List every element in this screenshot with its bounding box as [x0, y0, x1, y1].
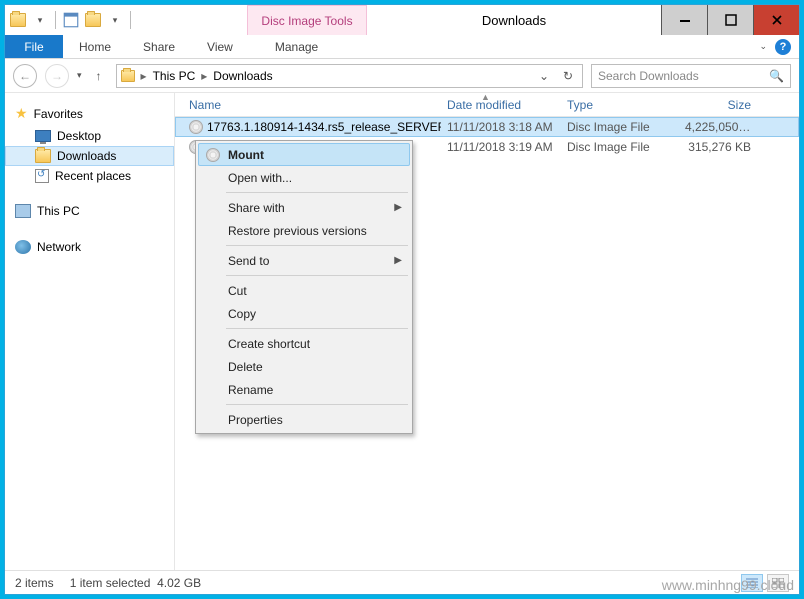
- ctx-open-with[interactable]: Open with...: [198, 166, 410, 189]
- refresh-icon[interactable]: ↻: [558, 69, 578, 83]
- nav-item-recent-places[interactable]: Recent places: [5, 166, 174, 186]
- chevron-right-icon: ▶: [394, 255, 402, 266]
- context-menu: Mount Open with... Share with▶ Restore p…: [195, 140, 413, 434]
- column-headers: Name Date modified Type Size ▲: [175, 93, 799, 117]
- help-icon[interactable]: ?: [775, 39, 791, 55]
- nav-label: Downloads: [57, 149, 116, 163]
- separator: [130, 11, 131, 29]
- maximize-button[interactable]: [707, 5, 753, 35]
- nav-group-favorites[interactable]: ★ Favorites: [5, 101, 174, 126]
- nav-item-this-pc[interactable]: This PC: [5, 200, 174, 222]
- column-header-name[interactable]: Name: [183, 98, 441, 112]
- down-arrow-icon[interactable]: ▾: [106, 11, 124, 29]
- search-input[interactable]: [598, 69, 763, 83]
- window-buttons: [661, 5, 799, 35]
- ctx-send-to[interactable]: Send to▶: [198, 249, 410, 272]
- ctx-share-with[interactable]: Share with▶: [198, 196, 410, 219]
- nav-label: This PC: [37, 204, 80, 218]
- star-icon: ★: [15, 105, 28, 122]
- ctx-create-shortcut[interactable]: Create shortcut: [198, 332, 410, 355]
- nav-item-network[interactable]: Network: [5, 236, 174, 258]
- titlebar: ▾ ▾ Disc Image Tools Downloads: [5, 5, 799, 35]
- network-icon: [15, 240, 31, 254]
- history-dropdown-icon[interactable]: ▾: [77, 70, 82, 81]
- separator: [226, 275, 408, 276]
- window-title: Downloads: [367, 5, 661, 35]
- column-header-type[interactable]: Type: [561, 98, 679, 112]
- share-tab[interactable]: Share: [127, 35, 191, 58]
- back-button[interactable]: ←: [13, 64, 37, 88]
- chevron-right-icon[interactable]: ▸: [141, 69, 147, 83]
- ctx-properties[interactable]: Properties: [198, 408, 410, 431]
- minimize-button[interactable]: [661, 5, 707, 35]
- disc-icon: [205, 147, 221, 163]
- desktop-icon: [35, 130, 51, 142]
- nav-label: Favorites: [34, 107, 83, 121]
- quick-access-toolbar: ▾ ▾: [5, 5, 137, 35]
- view-tab[interactable]: View: [191, 35, 249, 58]
- ctx-mount[interactable]: Mount: [198, 143, 410, 166]
- watermark: www.minhng99.cloud: [662, 577, 794, 593]
- breadcrumb-root[interactable]: This PC: [153, 69, 196, 83]
- properties-icon[interactable]: [62, 11, 80, 29]
- column-header-date[interactable]: Date modified: [441, 98, 561, 112]
- separator: [226, 328, 408, 329]
- nav-item-desktop[interactable]: Desktop: [5, 126, 174, 146]
- file-name: 17763.1.180914-1434.rs5_release_SERVERE.…: [207, 120, 441, 134]
- separator: [226, 404, 408, 405]
- nav-item-downloads[interactable]: Downloads: [5, 146, 174, 166]
- file-tab[interactable]: File: [5, 35, 63, 58]
- file-type: Disc Image File: [561, 140, 679, 154]
- file-size: 4,225,050 KB: [679, 120, 757, 134]
- file-size: 315,276 KB: [679, 140, 757, 154]
- nav-label: Network: [37, 240, 81, 254]
- file-date: 11/11/2018 3:19 AM: [441, 140, 561, 154]
- new-folder-icon[interactable]: [84, 11, 102, 29]
- nav-label: Recent places: [55, 169, 131, 183]
- separator: [55, 11, 56, 29]
- manage-tab[interactable]: Manage: [259, 35, 334, 58]
- ribbon-tabs: File Home Share View Manage ⌄ ?: [5, 35, 799, 59]
- address-bar[interactable]: ▸ This PC ▸ Downloads ⌄ ↻: [116, 64, 583, 88]
- sort-indicator-icon: ▲: [481, 92, 490, 102]
- status-item-count: 2 items: [15, 576, 54, 590]
- ctx-delete[interactable]: Delete: [198, 355, 410, 378]
- chevron-right-icon: ▶: [394, 202, 402, 213]
- disc-image-icon: [189, 120, 203, 134]
- file-type: Disc Image File: [561, 120, 679, 134]
- ctx-restore-previous[interactable]: Restore previous versions: [198, 219, 410, 242]
- breadcrumb-folder[interactable]: Downloads: [213, 69, 272, 83]
- chevron-right-icon[interactable]: ▸: [201, 69, 207, 83]
- file-row[interactable]: 17763.1.180914-1434.rs5_release_SERVERE.…: [175, 117, 799, 137]
- ctx-copy[interactable]: Copy: [198, 302, 410, 325]
- home-tab[interactable]: Home: [63, 35, 127, 58]
- pc-icon: [15, 204, 31, 218]
- column-header-size[interactable]: Size: [679, 98, 757, 112]
- folder-icon: [121, 70, 135, 82]
- close-button[interactable]: [753, 5, 799, 35]
- search-icon[interactable]: 🔍: [769, 69, 784, 83]
- expand-ribbon-icon[interactable]: ⌄: [759, 41, 767, 52]
- search-box[interactable]: 🔍: [591, 64, 791, 88]
- recent-icon: [35, 169, 49, 183]
- forward-button[interactable]: →: [45, 64, 69, 88]
- separator: [226, 245, 408, 246]
- separator: [226, 192, 408, 193]
- ctx-rename[interactable]: Rename: [198, 378, 410, 401]
- folder-icon: [35, 149, 51, 163]
- up-button[interactable]: ↑: [90, 67, 108, 85]
- nav-label: Desktop: [57, 129, 101, 143]
- contextual-tab-disc-image-tools: Disc Image Tools: [247, 5, 367, 35]
- status-selection: 1 item selected 4.02 GB: [70, 576, 201, 590]
- ctx-cut[interactable]: Cut: [198, 279, 410, 302]
- folder-icon: [9, 11, 27, 29]
- address-dropdown-icon[interactable]: ⌄: [534, 69, 554, 83]
- navigation-pane: ★ Favorites Desktop Downloads Recent pla…: [5, 93, 175, 570]
- file-date: 11/11/2018 3:18 AM: [441, 120, 561, 134]
- address-bar-row: ← → ▾ ↑ ▸ This PC ▸ Downloads ⌄ ↻ 🔍: [5, 59, 799, 93]
- down-arrow-icon[interactable]: ▾: [31, 11, 49, 29]
